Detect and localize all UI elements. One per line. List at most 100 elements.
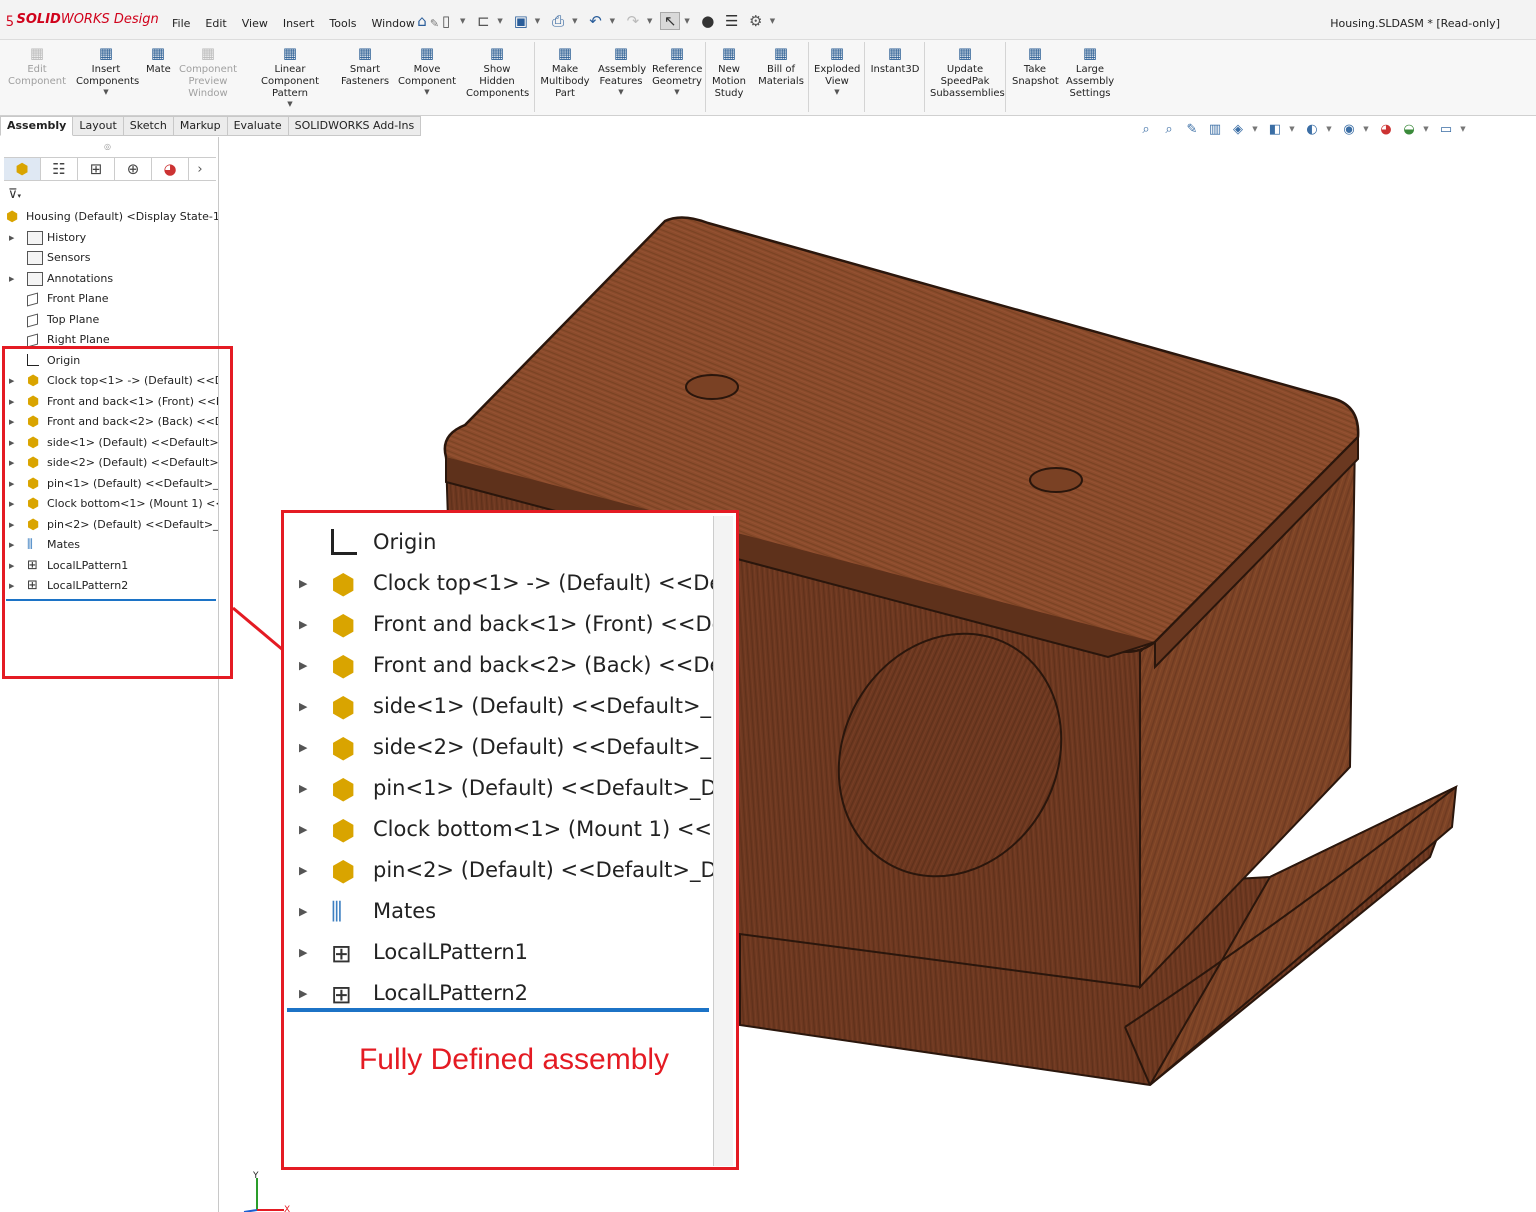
- feature-manager-tree-tab-icon[interactable]: ⬢: [4, 158, 41, 180]
- ribbon-label: Snapshot: [1012, 76, 1059, 87]
- tree-item[interactable]: Top Plane: [0, 310, 218, 331]
- solidworks-logo[interactable]: ƽ SOLIDWORKS Design: [6, 12, 159, 27]
- menu-edit[interactable]: Edit: [205, 17, 226, 30]
- traffic-light-icon[interactable]: ●: [698, 12, 718, 30]
- menu-file[interactable]: File: [172, 17, 190, 30]
- file-properties-icon[interactable]: ☰: [722, 12, 742, 30]
- menu-insert[interactable]: Insert: [283, 17, 315, 30]
- property-manager-tab-icon[interactable]: ☷: [41, 158, 78, 180]
- zoomed-tree-item-label: Front and back<2> (Back) <<Defa: [373, 653, 714, 677]
- tree-item[interactable]: Sensors: [0, 248, 218, 269]
- expand-arrow-icon: ▶: [299, 946, 308, 959]
- speedpak-button[interactable]: ▦ Update SpeedPak Subassemblies: [930, 44, 1005, 100]
- show-hidden-button[interactable]: ▦ Show Hidden Components: [466, 44, 529, 100]
- pin-hole-right[interactable]: [1029, 467, 1083, 493]
- smart-fasteners-button[interactable]: ▦ Smart Fasteners: [340, 44, 390, 88]
- tree-item[interactable]: Front Plane: [0, 289, 218, 310]
- section-view-icon[interactable]: ▥: [1205, 121, 1225, 137]
- apply-scene-icon[interactable]: ◒: [1399, 121, 1419, 137]
- ribbon-label: Move: [413, 64, 441, 75]
- redo-dropdown-icon[interactable]: ▼: [647, 17, 652, 25]
- assembly-features-button[interactable]: ▦ Assembly Features ▼: [598, 44, 646, 96]
- view-settings-dropdown-icon[interactable]: ▼: [1459, 121, 1467, 137]
- edit-appearance-icon[interactable]: ◕: [1376, 121, 1396, 137]
- annotation-dropdown-icon[interactable]: ▼: [1251, 121, 1259, 137]
- open-dropdown-icon[interactable]: ▼: [497, 17, 502, 25]
- options-gear-icon[interactable]: ⚙: [746, 12, 766, 30]
- menu-tools[interactable]: Tools: [329, 17, 356, 30]
- insert-components-button[interactable]: ▦ Insert Components ▼: [76, 44, 139, 96]
- print-dropdown-icon[interactable]: ▼: [572, 17, 577, 25]
- mate-button[interactable]: ▦ Mate: [146, 44, 171, 76]
- motion-study-button[interactable]: ▦ New Motion Study: [710, 44, 748, 100]
- view-orientation-icon[interactable]: ◧: [1265, 121, 1285, 137]
- display-style-dropdown-icon[interactable]: ▼: [1325, 121, 1333, 137]
- more-tabs-chevron-icon[interactable]: ›: [189, 158, 211, 180]
- linear-pattern-button[interactable]: ▦ Linear Component Pattern ▼: [246, 44, 334, 108]
- panel-collapse-handle[interactable]: ◎: [104, 142, 111, 151]
- print-icon[interactable]: ⎙: [548, 12, 568, 30]
- options-dropdown-icon[interactable]: ▼: [770, 17, 775, 25]
- tree-item[interactable]: ▶ History: [0, 228, 218, 249]
- zoomed-tree-item: ▶ ⬢ Front and back<2> (Back) <<Defa: [287, 645, 714, 686]
- select-dropdown-icon[interactable]: ▼: [684, 17, 689, 25]
- tab-assembly[interactable]: Assembly: [0, 116, 74, 136]
- configuration-manager-tab-icon[interactable]: ⊞: [78, 158, 115, 180]
- previous-view-icon[interactable]: ✎: [1182, 121, 1202, 137]
- exploded-view-button[interactable]: ▦ Exploded View ▼: [814, 44, 860, 96]
- save-dropdown-icon[interactable]: ▼: [535, 17, 540, 25]
- orientation-dropdown-icon[interactable]: ▼: [1288, 121, 1296, 137]
- dimxpert-manager-tab-icon[interactable]: ⊕: [115, 158, 152, 180]
- save-icon[interactable]: ▣: [511, 12, 531, 30]
- chevron-down-icon[interactable]: ▼: [814, 88, 860, 96]
- reference-geometry-icon: ▦: [669, 44, 685, 62]
- tree-root-assembly[interactable]: ⬢ Housing (Default) <Display State-1>: [0, 207, 218, 228]
- instant3d-button[interactable]: ▦ Instant3D: [870, 44, 920, 76]
- hide-show-items-icon[interactable]: ◉: [1339, 121, 1359, 137]
- multibody-part-button[interactable]: ▦ Make Multibody Part: [540, 44, 590, 100]
- tab-sketch[interactable]: Sketch: [123, 116, 174, 136]
- large-assembly-button[interactable]: ▦ Large Assembly Settings: [1066, 44, 1114, 100]
- view-settings-icon[interactable]: ▭: [1436, 121, 1456, 137]
- display-style-icon[interactable]: ◐: [1302, 121, 1322, 137]
- chevron-down-icon[interactable]: ▼: [76, 88, 136, 96]
- edit-component-button[interactable]: ▦ Edit Component: [8, 44, 66, 88]
- zoom-to-fit-icon[interactable]: ⌕: [1136, 121, 1156, 137]
- expand-arrow-icon[interactable]: ▶: [9, 269, 14, 289]
- new-dropdown-icon[interactable]: ▼: [460, 17, 465, 25]
- new-document-icon[interactable]: ▯: [436, 12, 456, 30]
- tab-markup[interactable]: Markup: [173, 116, 228, 136]
- tab-evaluate[interactable]: Evaluate: [227, 116, 289, 136]
- chevron-down-icon[interactable]: ▼: [598, 88, 644, 96]
- ribbon-label: Edit: [27, 64, 47, 75]
- tree-filter-icon[interactable]: ⊽▾: [8, 187, 21, 202]
- scene-dropdown-icon[interactable]: ▼: [1422, 121, 1430, 137]
- ribbon-label: Hidden: [479, 76, 515, 87]
- select-pointer-icon[interactable]: ↖: [660, 12, 681, 30]
- tab-solidworks-add-ins[interactable]: SOLIDWORKS Add-Ins: [288, 116, 422, 136]
- bom-button[interactable]: ▦ Bill of Materials: [758, 44, 804, 88]
- hide-show-dropdown-icon[interactable]: ▼: [1362, 121, 1370, 137]
- move-component-button[interactable]: ▦ Move Component ▼: [398, 44, 456, 96]
- reference-geometry-button[interactable]: ▦ Reference Geometry ▼: [652, 44, 702, 96]
- home-icon[interactable]: ⌂: [412, 12, 432, 30]
- display-manager-tab-icon[interactable]: ◕: [152, 158, 189, 180]
- tree-item[interactable]: ▶ Annotations: [0, 269, 218, 290]
- undo-dropdown-icon[interactable]: ▼: [610, 17, 615, 25]
- chevron-down-icon[interactable]: ▼: [246, 100, 334, 108]
- undo-icon[interactable]: ↶: [586, 12, 606, 30]
- redo-icon[interactable]: ↷: [623, 12, 643, 30]
- ribbon-label: Smart: [349, 64, 381, 75]
- chevron-down-icon[interactable]: ▼: [398, 88, 456, 96]
- component-preview-button[interactable]: ▦ Component Preview Window: [178, 44, 238, 100]
- open-folder-icon[interactable]: ⊏: [473, 12, 493, 30]
- tab-layout[interactable]: Layout: [73, 116, 124, 136]
- menu-window[interactable]: Window: [372, 17, 415, 30]
- chevron-down-icon[interactable]: ▼: [652, 88, 702, 96]
- expand-arrow-icon[interactable]: ▶: [9, 228, 14, 248]
- zoom-to-area-icon[interactable]: ⌕: [1159, 121, 1179, 137]
- pin-hole-left[interactable]: [685, 374, 739, 400]
- menu-view[interactable]: View: [242, 17, 268, 30]
- dynamic-annotation-icon[interactable]: ◈: [1228, 121, 1248, 137]
- snapshot-button[interactable]: ▦ Take Snapshot: [1012, 44, 1059, 88]
